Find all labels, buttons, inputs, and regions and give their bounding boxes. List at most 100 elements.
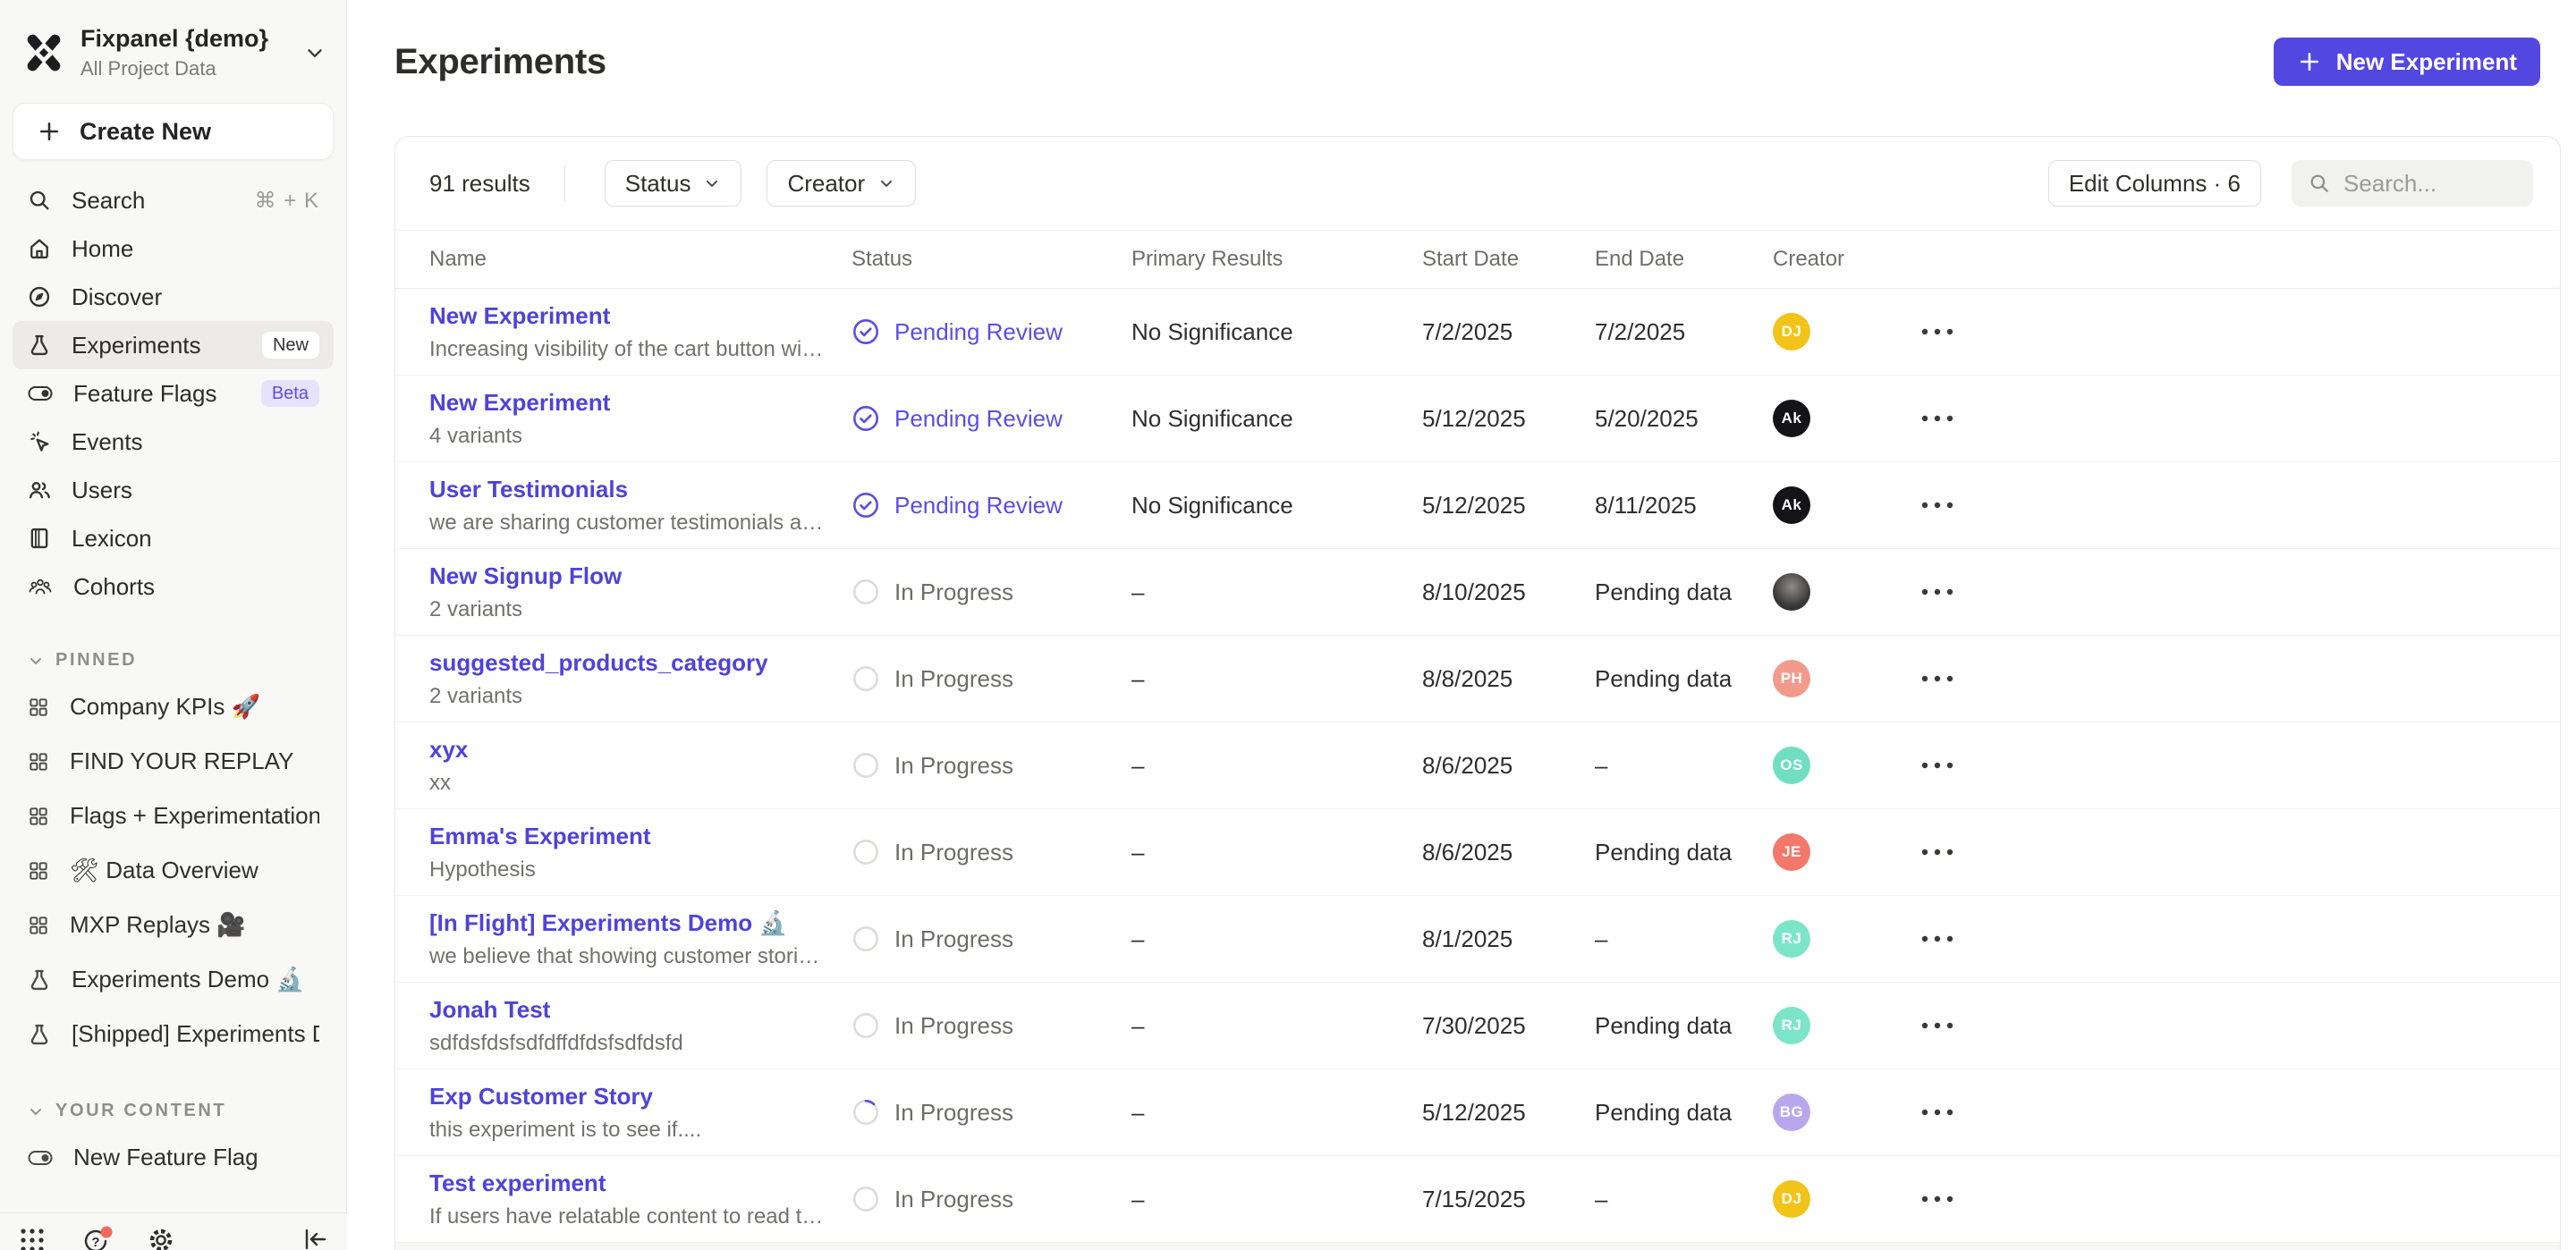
sidebar-nav-item[interactable]: Cohorts <box>13 562 334 611</box>
empty-circle-icon <box>852 664 880 693</box>
sidebar-nav-item[interactable]: Experiments New <box>13 321 334 369</box>
row-menu-button[interactable] <box>1909 404 1966 433</box>
status-cell: Pending Review <box>852 317 1131 346</box>
your-content-item[interactable]: New Feature Flag <box>13 1130 334 1185</box>
creator-filter-button[interactable]: Creator <box>767 160 916 207</box>
table-row[interactable]: Exp Customer Story this experiment is to… <box>395 1069 2560 1156</box>
table-search[interactable] <box>2292 160 2533 207</box>
pinned-item[interactable]: MXP Replays 🎥 <box>13 898 334 952</box>
column-header-creator[interactable]: Creator <box>1773 247 1907 272</box>
table-row[interactable]: New Experiment 4 variants Pending Review… <box>395 376 2560 462</box>
sidebar-nav-item[interactable]: Events <box>13 418 334 466</box>
column-header-end-date[interactable]: End Date <box>1595 247 1773 272</box>
column-header-start-date[interactable]: Start Date <box>1422 247 1595 272</box>
status-cell: Pending Review <box>852 491 1131 519</box>
sidebar-nav-item[interactable]: Discover <box>13 273 334 321</box>
experiment-name-link[interactable]: Exp Customer Story <box>429 1083 825 1111</box>
creator-avatar: Ak <box>1773 486 1810 524</box>
check-circle-icon <box>852 491 880 519</box>
row-menu-button[interactable] <box>1909 578 1966 606</box>
apps-grid-icon[interactable] <box>18 1226 47 1250</box>
row-menu-button[interactable] <box>1909 491 1966 519</box>
row-menu-button[interactable] <box>1909 925 1966 953</box>
help-icon[interactable]: ? <box>80 1226 113 1250</box>
row-menu-button[interactable] <box>1909 317 1966 346</box>
row-menu-button[interactable] <box>1909 1098 1966 1127</box>
experiment-description: Hypothesis <box>429 857 825 883</box>
column-header-name[interactable]: Name <box>429 247 852 272</box>
your-content-section-header[interactable]: YOUR CONTENT <box>13 1101 334 1121</box>
experiment-name-link[interactable]: New Experiment <box>429 302 825 330</box>
users-icon <box>27 477 52 503</box>
table-row[interactable]: Emma's Experiment Hypothesis In Progress… <box>395 809 2560 896</box>
svg-text:?: ? <box>91 1235 99 1250</box>
project-switcher[interactable]: Fixpanel {demo} All Project Data <box>0 0 346 92</box>
experiment-name-link[interactable]: New Signup Flow <box>429 562 825 590</box>
pinned-item[interactable]: [Shipped] Experiments Demo 🖊 <box>13 1007 334 1061</box>
row-menu-button[interactable] <box>1909 1185 1966 1213</box>
search-input[interactable] <box>2343 170 2517 198</box>
row-menu-button[interactable] <box>1909 751 1966 780</box>
table-row[interactable]: Test experiment If users have relatable … <box>395 1156 2560 1243</box>
nav-badge: New <box>262 332 319 359</box>
table-row[interactable]: New Signup Flow 2 variants In Progress –… <box>395 549 2560 636</box>
table-toolbar: 91 results Status Creator Edit Columns ·… <box>395 137 2560 230</box>
table-row[interactable]: suggested_products_category 2 variants I… <box>395 636 2560 722</box>
status-label: In Progress <box>894 1099 1013 1127</box>
book-icon <box>27 526 52 551</box>
experiment-name-link[interactable]: [In Flight] Experiments Demo 🔬 <box>429 909 825 937</box>
experiment-name-link[interactable]: Jonah Test <box>429 996 825 1024</box>
create-new-button[interactable]: Create New <box>13 103 334 160</box>
pinned-item[interactable]: FIND YOUR REPLAY <box>13 734 334 789</box>
sidebar-nav-item[interactable]: Lexicon <box>13 514 334 562</box>
app-logo-icon <box>23 32 64 73</box>
experiment-name-link[interactable]: xyx <box>429 736 825 764</box>
settings-gear-icon[interactable] <box>147 1226 175 1250</box>
board-icon <box>27 805 50 828</box>
empty-circle-icon <box>852 838 880 866</box>
sidebar-nav-item[interactable]: Users <box>13 466 334 514</box>
table-row[interactable]: User Testimonials we are sharing custome… <box>395 462 2560 549</box>
status-filter-button[interactable]: Status <box>605 160 742 207</box>
end-date-value: Pending data <box>1595 665 1773 693</box>
row-menu-button[interactable] <box>1909 838 1966 866</box>
pinned-item[interactable]: 🛠 Data Overview <box>13 843 334 898</box>
divider <box>564 165 565 201</box>
experiment-name-link[interactable]: User Testimonials <box>429 476 825 503</box>
table-row[interactable]: New Experiment Increasing visibility of … <box>395 289 2560 376</box>
sidebar-nav-item[interactable]: Feature Flags Beta <box>13 369 334 418</box>
project-name: Fixpanel {demo} <box>80 25 268 53</box>
experiment-name-link[interactable]: suggested_products_category <box>429 649 825 677</box>
primary-results-value: – <box>1131 925 1422 953</box>
pinned-item[interactable]: Experiments Demo 🔬 <box>13 952 334 1007</box>
end-date-value: 8/11/2025 <box>1595 492 1773 519</box>
column-header-status[interactable]: Status <box>852 247 1131 272</box>
sidebar-nav-item[interactable]: Home <box>13 224 334 273</box>
experiment-name-link[interactable]: Test experiment <box>429 1170 825 1197</box>
table-row[interactable]: Jonah Test sdfdsfdsfsdfdffdfdsfsdfdsfd I… <box>395 983 2560 1069</box>
experiment-name-link[interactable]: Emma's Experiment <box>429 823 825 850</box>
primary-results-value: No Significance <box>1131 405 1422 433</box>
collapse-sidebar-icon[interactable] <box>301 1226 329 1250</box>
status-cell: In Progress <box>852 1098 1131 1127</box>
table-row[interactable]: [In Flight] Experiments Demo 🔬 we believ… <box>395 896 2560 983</box>
flask-icon <box>27 1022 52 1047</box>
keyboard-shortcut: ⌘ + K <box>255 188 319 214</box>
pinned-item-label: Flags + Experimentation Demo , <box>70 802 319 830</box>
experiment-name-link[interactable]: New Experiment <box>429 389 825 417</box>
edit-columns-button[interactable]: Edit Columns · 6 <box>2048 160 2261 207</box>
pinned-item[interactable]: Company KPIs 🚀 <box>13 680 334 734</box>
new-experiment-button[interactable]: New Experiment <box>2274 38 2540 86</box>
column-header-primary-results[interactable]: Primary Results <box>1131 247 1422 272</box>
pinned-section-header[interactable]: PINNED <box>13 650 334 671</box>
nav-badge: Beta <box>261 380 319 407</box>
start-date-value: 8/6/2025 <box>1422 752 1595 780</box>
sidebar-nav-item[interactable]: Search ⌘ + K <box>13 176 334 224</box>
row-menu-button[interactable] <box>1909 1011 1966 1040</box>
status-label: Pending Review <box>894 318 1063 346</box>
pinned-item[interactable]: Flags + Experimentation Demo , <box>13 789 334 843</box>
start-date-value: 8/8/2025 <box>1422 665 1595 693</box>
table-row[interactable]: xyx xx In Progress – 8/6/2025 – OS <box>395 722 2560 809</box>
start-date-value: 7/30/2025 <box>1422 1012 1595 1040</box>
row-menu-button[interactable] <box>1909 664 1966 693</box>
